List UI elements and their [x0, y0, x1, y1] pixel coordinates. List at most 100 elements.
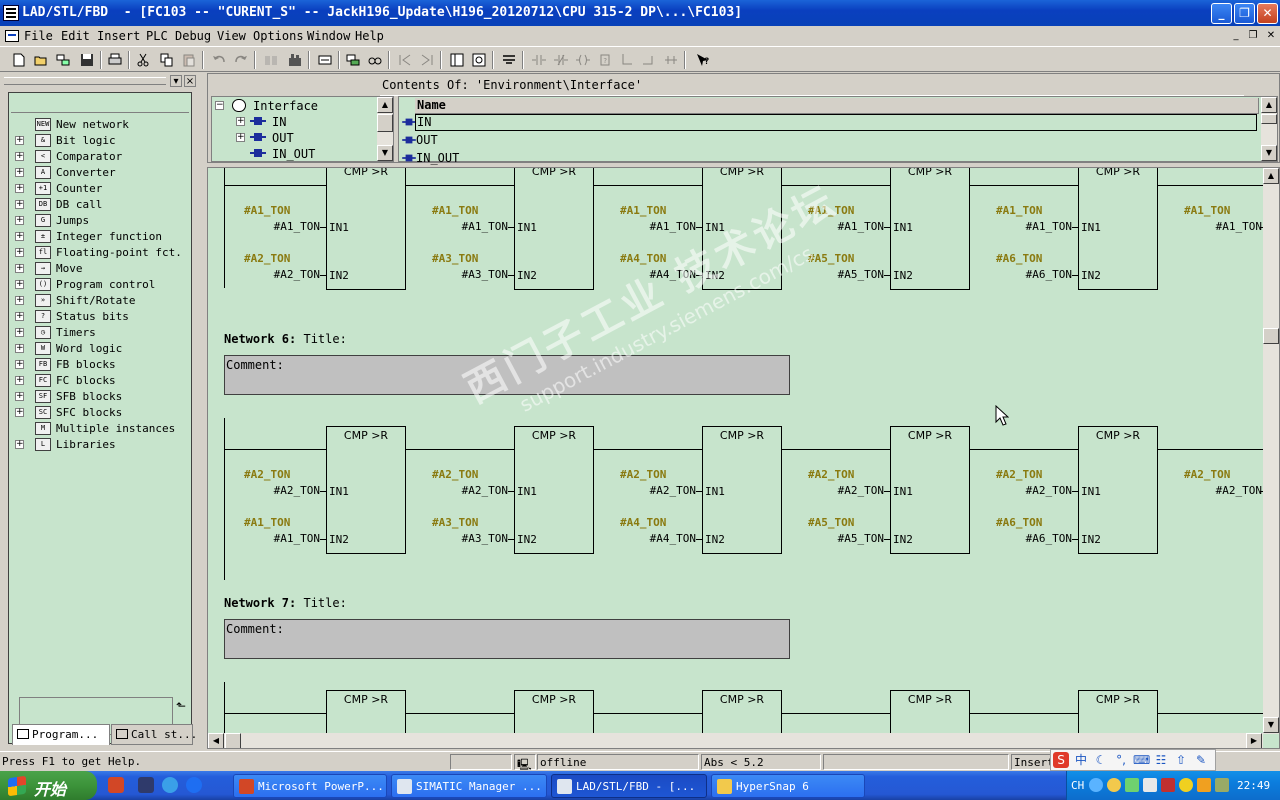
expand-icon[interactable]: +	[236, 133, 245, 142]
compare-block[interactable]: CMP >R IN1 IN2	[702, 168, 782, 290]
next-network-icon[interactable]	[418, 51, 436, 69]
scroll-thumb[interactable]	[1263, 328, 1279, 344]
online-icon[interactable]	[366, 51, 384, 69]
menu-plc[interactable]: PLC	[146, 29, 168, 43]
ime-skin-icon[interactable]: ☷	[1153, 752, 1169, 768]
scroll-thumb[interactable]	[377, 114, 393, 132]
ime-tools-icon[interactable]: ⇧	[1173, 752, 1189, 768]
in1-operand[interactable]: #A2_TON	[262, 484, 320, 497]
taskbar-button[interactable]: Microsoft PowerP...	[233, 774, 387, 798]
new-network-tool-icon[interactable]	[500, 51, 518, 69]
compare-block[interactable]: CMP >R IN1 IN2	[514, 426, 594, 554]
in1-operand[interactable]: #A2_TON	[450, 484, 508, 497]
ime-halfwidth-icon[interactable]: ☾	[1093, 752, 1109, 768]
scroll-thumb[interactable]	[225, 733, 241, 748]
network-6-comment[interactable]: Comment:	[224, 355, 790, 395]
network-title[interactable]: Title:	[303, 332, 346, 346]
doc-minimize-button[interactable]: _	[1229, 29, 1243, 42]
compare-block[interactable]: CMP >R IN1 IN2	[326, 426, 406, 554]
menu-options[interactable]: Options	[253, 29, 304, 43]
in2-operand[interactable]: #A6_TON	[1014, 268, 1072, 281]
scroll-down-button[interactable]: ▼	[1263, 717, 1279, 733]
taskbar-button[interactable]: SIMATIC Manager ...	[391, 774, 547, 798]
lad-app-icon[interactable]	[3, 5, 19, 21]
table-scrollbar[interactable]: ▲ ▼	[1261, 97, 1277, 161]
in2-operand[interactable]: #A6_TON	[1014, 532, 1072, 545]
compare-block[interactable]: CMP >R IN1 IN2	[702, 426, 782, 554]
ime-punctuation-icon[interactable]: °,	[1113, 752, 1129, 768]
expand-icon[interactable]: +	[15, 312, 24, 321]
tray-clock[interactable]: 22:49	[1237, 779, 1270, 792]
scroll-thumb[interactable]	[1261, 114, 1277, 124]
tray-volume-icon[interactable]	[1215, 778, 1229, 792]
expand-icon[interactable]: +	[15, 280, 24, 289]
expand-icon[interactable]: +	[15, 440, 24, 449]
expand-icon[interactable]: +	[15, 152, 24, 161]
in1-operand[interactable]: #A1_TON	[826, 220, 884, 233]
tray-qq-icon[interactable]	[1107, 778, 1121, 792]
minimize-button[interactable]: _	[1211, 3, 1232, 24]
scroll-right-button[interactable]: ▶	[1246, 733, 1262, 748]
table-row[interactable]: IN_OUT	[399, 150, 1259, 167]
compare-block[interactable]: CMP >R IN1 IN2	[1078, 168, 1158, 290]
scroll-left-button[interactable]: ◀	[208, 733, 224, 748]
nc-contact-icon[interactable]	[552, 51, 570, 69]
menu-help[interactable]: Help	[355, 29, 384, 43]
panel-close-button[interactable]: ×	[184, 75, 196, 87]
menu-view[interactable]: View	[217, 29, 246, 43]
tray-network-icon[interactable]	[1125, 778, 1139, 792]
compare-block[interactable]: CMP >R	[890, 690, 970, 734]
expand-icon[interactable]: +	[15, 232, 24, 241]
details-view-icon[interactable]	[470, 51, 488, 69]
scroll-up-button[interactable]: ▲	[1261, 97, 1277, 113]
panel-grip[interactable]	[4, 77, 166, 85]
collapse-icon[interactable]: −	[215, 101, 224, 110]
close-button[interactable]: ✕	[1257, 3, 1278, 24]
expand-icon[interactable]: +	[15, 360, 24, 369]
compare-block[interactable]: CMP >R	[702, 690, 782, 734]
quicklaunch-ie-icon[interactable]	[186, 777, 202, 793]
tray-update-icon[interactable]	[1179, 778, 1193, 792]
taskbar-button[interactable]: LAD/STL/FBD - [...	[551, 774, 707, 798]
expand-icon[interactable]: +	[15, 184, 24, 193]
expand-icon[interactable]: +	[236, 117, 245, 126]
expand-icon[interactable]: +	[15, 136, 24, 145]
compare-block[interactable]: CMP >R IN1 IN2	[890, 426, 970, 554]
tray-device-icon[interactable]	[1197, 778, 1211, 792]
network-7-label[interactable]: Network 7: Title:	[224, 596, 347, 610]
sogou-icon[interactable]: S	[1053, 752, 1069, 768]
scroll-up-button[interactable]: ▲	[1263, 168, 1279, 184]
ime-chinese-icon[interactable]: 中	[1073, 752, 1089, 768]
column-header-name[interactable]: Name	[415, 98, 1259, 114]
help-icon[interactable]: ?	[694, 51, 712, 69]
doc-close-button[interactable]: ✕	[1264, 29, 1278, 42]
tab-program-elements[interactable]: Program...	[12, 724, 110, 745]
start-button[interactable]: 开始	[0, 771, 97, 800]
in1-operand[interactable]: #A1_TON	[450, 220, 508, 233]
coil-icon[interactable]	[574, 51, 592, 69]
close-branch-icon[interactable]	[640, 51, 658, 69]
taskbar-button[interactable]: HyperSnap 6	[711, 774, 865, 798]
save-icon[interactable]	[78, 51, 96, 69]
ime-settings-icon[interactable]: ✎	[1193, 752, 1209, 768]
in2-operand[interactable]: #A5_TON	[826, 532, 884, 545]
in1-operand[interactable]: #A1_TON	[638, 220, 696, 233]
in2-operand[interactable]: #A3_TON	[450, 532, 508, 545]
scroll-down-button[interactable]: ▼	[1261, 145, 1277, 161]
simatic-manager-icon[interactable]	[286, 51, 304, 69]
compare-block[interactable]: CMP >R IN1 IN2	[1078, 426, 1158, 554]
tab-call-structure[interactable]: Call st...	[111, 724, 197, 745]
copy-icon[interactable]	[158, 51, 176, 69]
quicklaunch-simatic-icon[interactable]	[138, 777, 154, 793]
expand-icon[interactable]: +	[15, 200, 24, 209]
expand-icon[interactable]: +	[15, 408, 24, 417]
menu-debug[interactable]: Debug	[175, 29, 211, 43]
expand-icon[interactable]: +	[15, 392, 24, 401]
cut-icon[interactable]	[134, 51, 152, 69]
in2-operand[interactable]: #A1_TON	[262, 532, 320, 545]
compare-block[interactable]: CMP >R	[1078, 690, 1158, 734]
open-branch-icon[interactable]	[618, 51, 636, 69]
table-row[interactable]: IN	[399, 114, 1259, 131]
tray-language[interactable]: CH	[1071, 779, 1084, 792]
catalog-insert-icon[interactable]: ⬑	[176, 699, 192, 715]
